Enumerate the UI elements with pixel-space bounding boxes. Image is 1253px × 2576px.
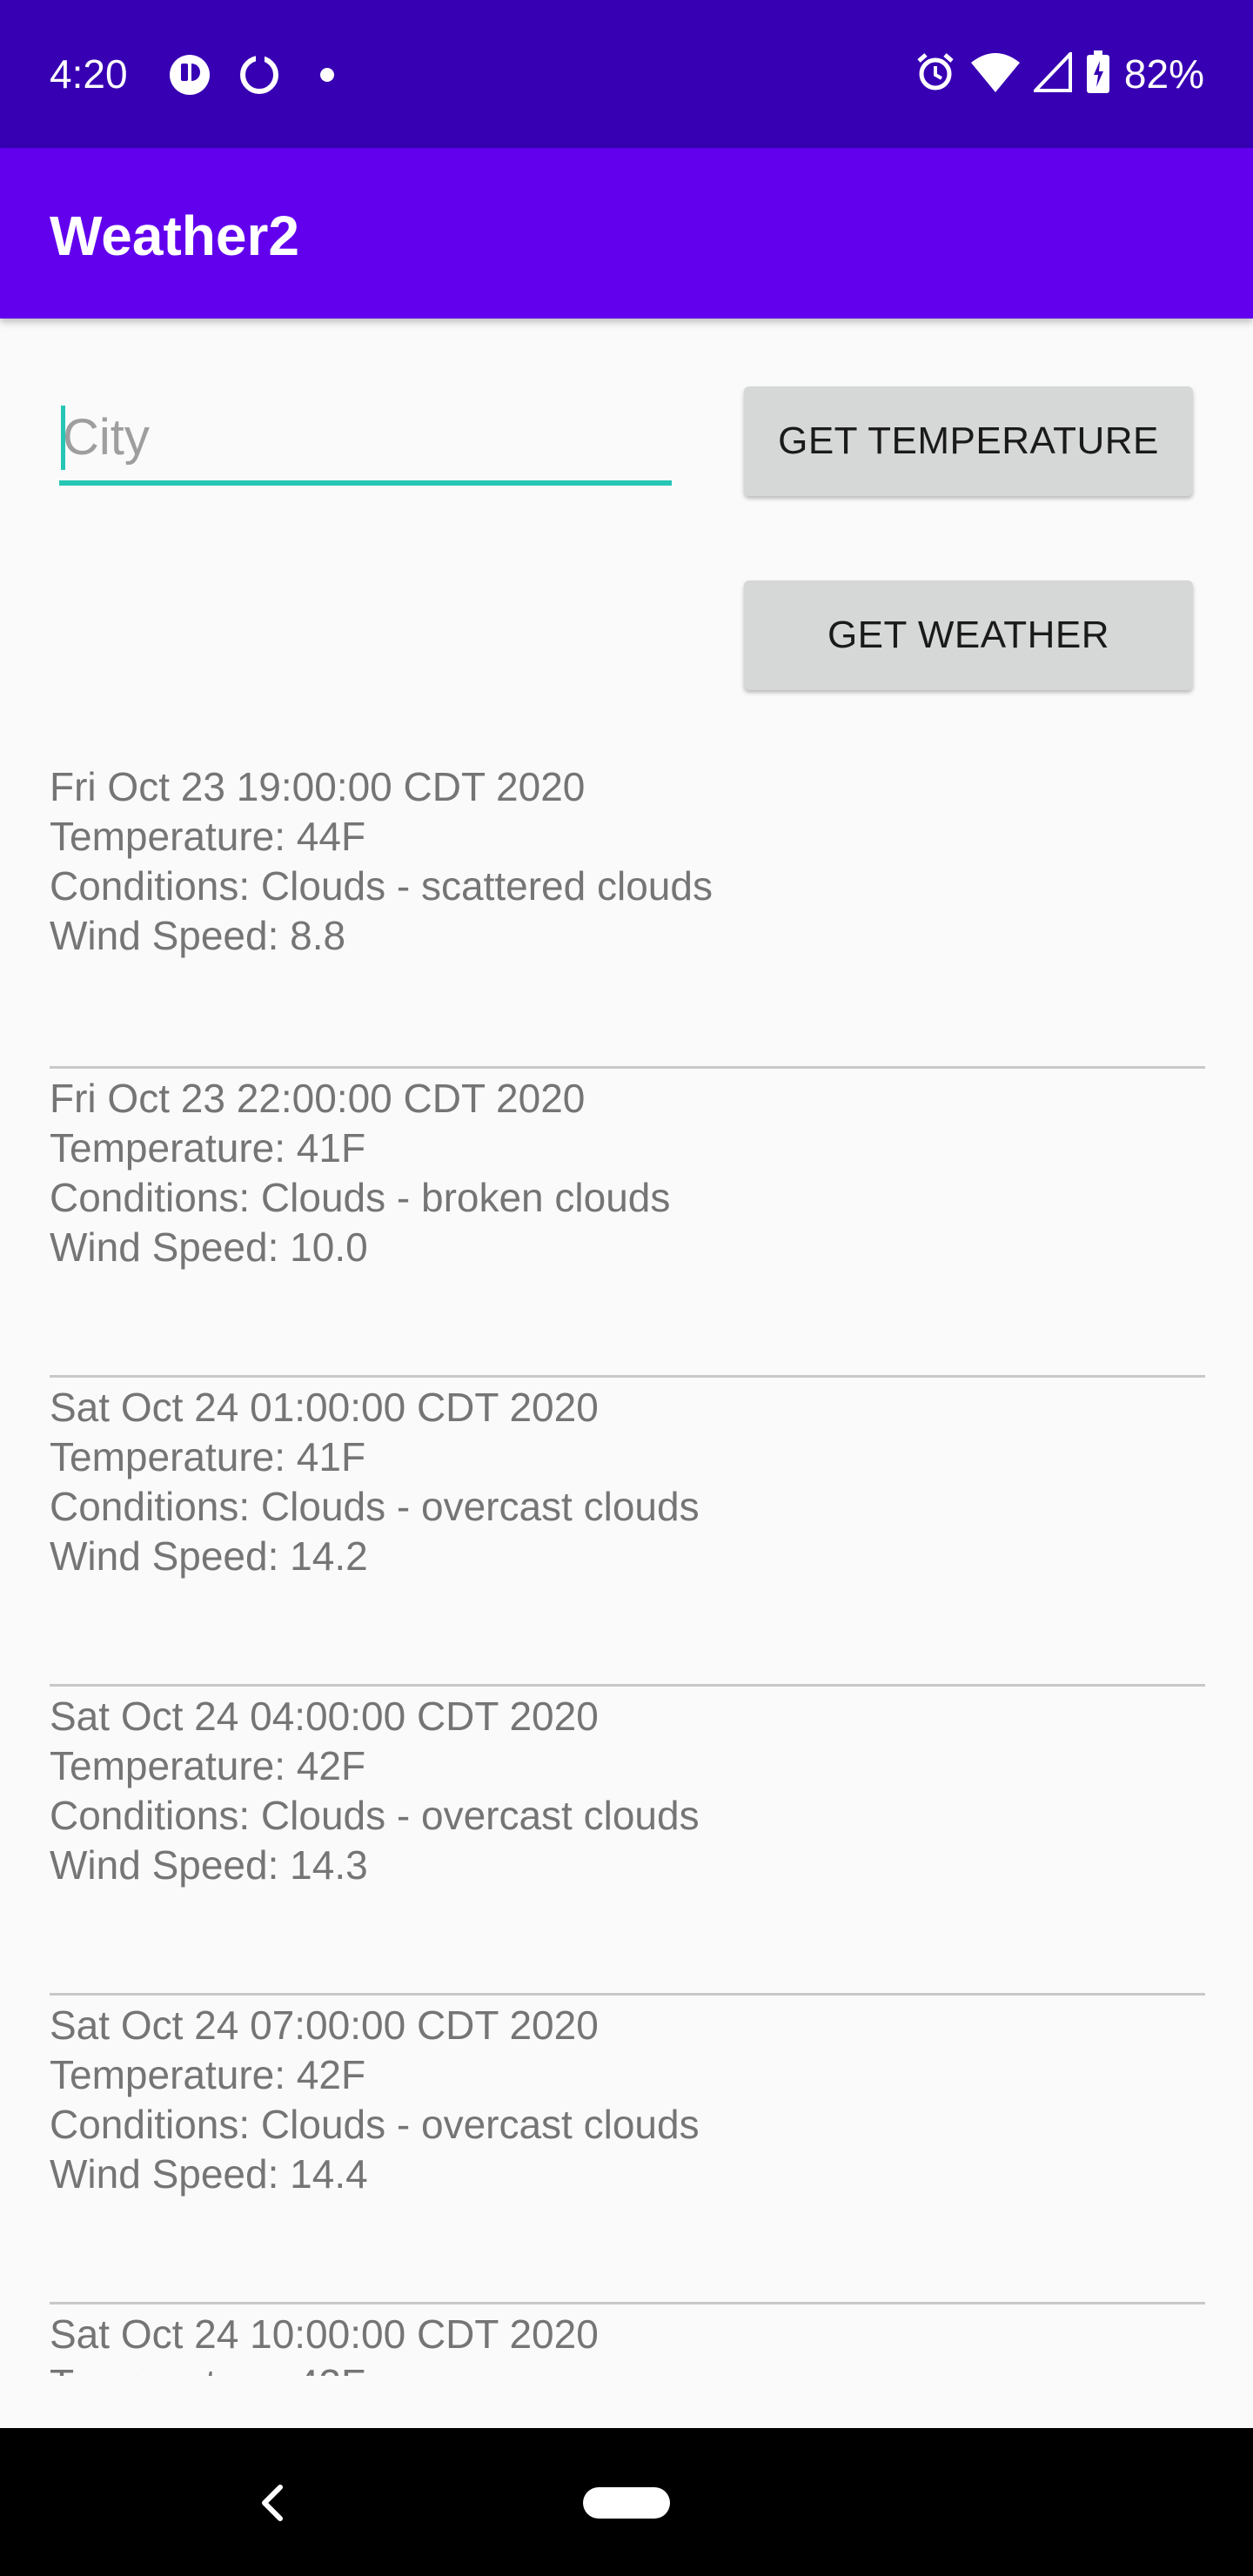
- forecast-date: Sat Oct 24 04:00:00 CDT 2020: [50, 1694, 599, 1739]
- battery-icon: [1086, 50, 1110, 98]
- get-weather-button[interactable]: GET WEATHER: [744, 580, 1193, 690]
- app-notification-icon: [169, 54, 211, 96]
- forecast-date: Fri Oct 23 19:00:00 CDT 2020: [50, 764, 586, 809]
- back-icon[interactable]: [254, 2479, 289, 2527]
- forecast-temperature: Temperature: 42F: [50, 1743, 366, 1788]
- forecast-temperature: Temperature: 42F: [50, 2359, 1205, 2376]
- status-time: 4:20: [50, 51, 128, 97]
- app-title: Weather2: [50, 205, 299, 267]
- forecast-conditions: Conditions: Clouds - broken clouds: [50, 1175, 671, 1220]
- text-cursor: [61, 406, 65, 470]
- list-item[interactable]: Sat Oct 24 10:00:00 CDT 2020 Temperature…: [50, 2302, 1205, 2376]
- list-item[interactable]: Sat Oct 24 04:00:00 CDT 2020 Temperature…: [50, 1684, 1205, 1993]
- forecast-date: Sat Oct 24 10:00:00 CDT 2020: [50, 2311, 599, 2357]
- forecast-date: Fri Oct 23 22:00:00 CDT 2020: [50, 1076, 586, 1121]
- list-item[interactable]: Sat Oct 24 01:00:00 CDT 2020 Temperature…: [50, 1375, 1205, 1684]
- city-input[interactable]: [59, 393, 672, 480]
- forecast-temperature: Temperature: 41F: [50, 1125, 366, 1171]
- forecast-wind: Wind Speed: 14.2: [50, 1533, 368, 1579]
- forecast-conditions: Conditions: Clouds - scattered clouds: [50, 863, 713, 909]
- forecast-list[interactable]: Fri Oct 23 19:00:00 CDT 2020 Temperature…: [50, 757, 1205, 2376]
- wifi-icon: [970, 52, 1020, 97]
- city-input-underline: [59, 480, 672, 486]
- city-field[interactable]: [59, 393, 672, 486]
- forecast-wind: Wind Speed: 14.4: [50, 2151, 368, 2197]
- cell-signal-icon: [1031, 49, 1072, 97]
- status-bar: 4:20 82%: [0, 0, 1253, 148]
- status-right-icons: 82%: [914, 49, 1204, 98]
- navigation-bar: [0, 2428, 1253, 2576]
- forecast-temperature: Temperature: 44F: [50, 814, 366, 859]
- battery-percent: 82%: [1123, 51, 1204, 97]
- forecast-wind: Wind Speed: 10.0: [50, 1224, 368, 1270]
- forecast-temperature: Temperature: 42F: [50, 2052, 366, 2097]
- forecast-wind: Wind Speed: 8.8: [50, 913, 346, 958]
- list-item[interactable]: Sat Oct 24 07:00:00 CDT 2020 Temperature…: [50, 1993, 1205, 2302]
- alarm-icon: [914, 50, 957, 98]
- forecast-date: Sat Oct 24 01:00:00 CDT 2020: [50, 1385, 599, 1430]
- forecast-date: Sat Oct 24 07:00:00 CDT 2020: [50, 2002, 599, 2048]
- home-pill-icon[interactable]: [583, 2487, 670, 2519]
- dot-icon: [317, 54, 358, 96]
- screen: 4:20 82% Weather2 City GET TEMPERATURE G…: [0, 0, 1253, 2576]
- get-temperature-button[interactable]: GET TEMPERATURE: [744, 386, 1193, 496]
- forecast-conditions: Conditions: Clouds - overcast clouds: [50, 1793, 700, 1838]
- forecast-wind: Wind Speed: 14.3: [50, 1842, 368, 1888]
- list-item[interactable]: Fri Oct 23 22:00:00 CDT 2020 Temperature…: [50, 1066, 1205, 1375]
- ring-notification-icon: [238, 54, 280, 96]
- forecast-conditions: Conditions: Clouds - overcast clouds: [50, 1484, 700, 1529]
- forecast-temperature: Temperature: 41F: [50, 1434, 366, 1479]
- list-item[interactable]: Fri Oct 23 19:00:00 CDT 2020 Temperature…: [50, 757, 1205, 1066]
- forecast-conditions: Conditions: Clouds - overcast clouds: [50, 2102, 700, 2147]
- app-bar: Weather2: [0, 148, 1253, 319]
